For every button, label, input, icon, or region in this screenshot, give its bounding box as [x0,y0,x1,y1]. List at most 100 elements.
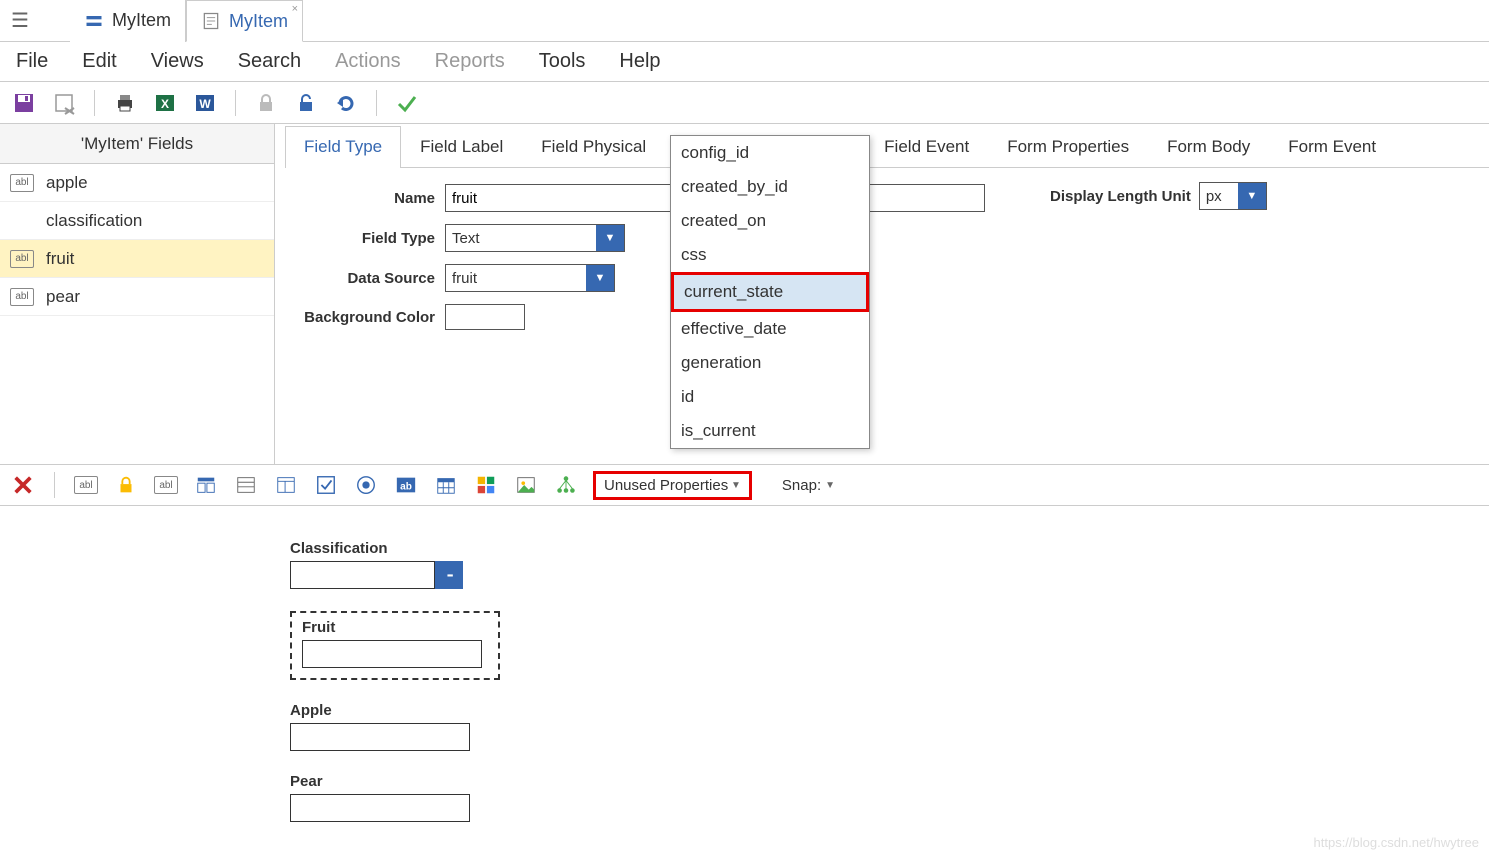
apple-label: Apple [290,702,790,719]
menu-actions[interactable]: Actions [329,46,407,77]
excel-icon[interactable]: X [151,89,179,117]
preview-pear: Pear [290,773,790,822]
content: Field Type Field Label Field Physical Fi… [275,124,1489,464]
image-icon[interactable] [513,472,539,498]
word-icon[interactable]: W [191,89,219,117]
tab-form-properties[interactable]: Form Properties [988,126,1148,167]
save-icon[interactable] [10,89,38,117]
menu-tools[interactable]: Tools [533,46,592,77]
unlock-icon[interactable] [292,89,320,117]
display-length-select[interactable]: px ▼ [1199,182,1267,210]
tab-field-physical[interactable]: Field Physical [522,126,665,167]
lock-icon[interactable] [252,89,280,117]
menu-views[interactable]: Views [145,46,210,77]
tab-myitem-form[interactable]: × MyItem [186,0,303,42]
menu-search[interactable]: Search [232,46,307,77]
pear-input[interactable] [290,794,470,822]
snap-label: Snap: [782,477,821,494]
dd-current-state[interactable]: current_state [671,272,869,312]
chevron-down-icon: ▼ [825,480,835,491]
hamburger-icon[interactable]: ☰ [0,8,40,33]
tab-field-event[interactable]: Field Event [865,126,988,167]
tab-form-event[interactable]: Form Event [1269,126,1395,167]
tab-form-body[interactable]: Form Body [1148,126,1269,167]
tab-field-type[interactable]: Field Type [285,126,401,168]
dd-css[interactable]: css [671,238,869,272]
separator [235,90,236,116]
lock-yellow-icon[interactable] [113,472,139,498]
abl-textbox2-icon[interactable]: abl [153,472,179,498]
dd-effective-date[interactable]: effective_date [671,312,869,346]
chevron-down-icon[interactable]: ▼ [586,265,614,291]
dd-created-on[interactable]: created_on [671,204,869,238]
tab-field-label[interactable]: Field Label [401,126,522,167]
done-icon[interactable] [393,89,421,117]
chevron-down-icon[interactable]: ▼ [1238,183,1266,209]
close-x-icon[interactable] [10,472,36,498]
field-row-fruit[interactable]: abl fruit [0,240,274,278]
form-layout-icon[interactable] [273,472,299,498]
tree-icon[interactable] [553,472,579,498]
bgcolor-label: Background Color [295,309,445,326]
undo-icon[interactable] [332,89,360,117]
display-length-label: Display Length Unit [1050,188,1191,205]
dd-config-id[interactable]: config_id [671,136,869,170]
name-label: Name [295,190,445,207]
datasource-select[interactable]: fruit ▼ [445,264,615,292]
dropdown-scroll[interactable]: config_id created_by_id created_on css c… [671,136,869,448]
abl-textbox-icon[interactable]: abl [73,472,99,498]
preview-apple: Apple [290,702,790,751]
separator [376,90,377,116]
menu-help[interactable]: Help [613,46,666,77]
field-row-classification[interactable]: classification [0,202,274,240]
snap-button[interactable]: Snap: ▼ [782,477,835,494]
display-length-row: Display Length Unit px ▼ [1050,182,1267,210]
print-icon[interactable] [111,89,139,117]
mid-toolbar: abl abl ab Unused Properties ▼ Snap: ▼ [0,464,1489,506]
ellipsis-button[interactable]: ··· [435,561,463,589]
close-icon[interactable]: × [292,3,298,15]
fieldtype-label: Field Type [295,230,445,247]
chevron-down-icon[interactable]: ▼ [596,225,624,251]
svg-text:X: X [161,97,169,111]
prop-tabs: Field Type Field Label Field Physical Fi… [285,126,1489,168]
separator [94,90,95,116]
dd-is-current[interactable]: is_current [671,414,869,448]
tab-myitem-main[interactable]: MyItem [70,0,186,42]
list-icon[interactable] [233,472,259,498]
item-icon [84,11,104,31]
field-row-apple[interactable]: abl apple [0,164,274,202]
select-text: fruit [446,265,586,291]
separator [54,472,55,498]
radio-icon[interactable] [353,472,379,498]
classification-input[interactable] [290,561,435,589]
dd-created-by-id[interactable]: created_by_id [671,170,869,204]
dd-generation[interactable]: generation [671,346,869,380]
field-row-pear[interactable]: abl pear [0,278,274,316]
delete-icon[interactable] [50,89,78,117]
fieldtype-select[interactable]: Text ▼ [445,224,625,252]
dd-id[interactable]: id [671,380,869,414]
menu-edit[interactable]: Edit [76,46,122,77]
tiles-icon[interactable] [473,472,499,498]
preview-classification: Classification ··· [290,540,790,589]
unused-properties-label: Unused Properties [604,477,728,494]
color-swatch[interactable] [445,304,525,330]
toolbar: X W [0,82,1489,124]
layout1-icon[interactable] [193,472,219,498]
form-area: Name Field Type Text ▼ Data Source fruit… [275,168,1489,358]
chevron-down-icon: ▼ [728,480,741,491]
fruit-box[interactable]: Fruit [290,611,500,680]
field-label: pear [46,287,80,307]
ab-icon[interactable]: ab [393,472,419,498]
calendar-icon[interactable] [433,472,459,498]
classification-label: Classification [290,540,790,557]
menu-file[interactable]: File [10,46,54,77]
menu-reports[interactable]: Reports [429,46,511,77]
tab-label: MyItem [112,10,171,31]
unused-properties-button[interactable]: Unused Properties ▼ [593,471,752,500]
fruit-input[interactable] [302,640,482,668]
select-text: px [1200,183,1238,209]
check-icon[interactable] [313,472,339,498]
apple-input[interactable] [290,723,470,751]
